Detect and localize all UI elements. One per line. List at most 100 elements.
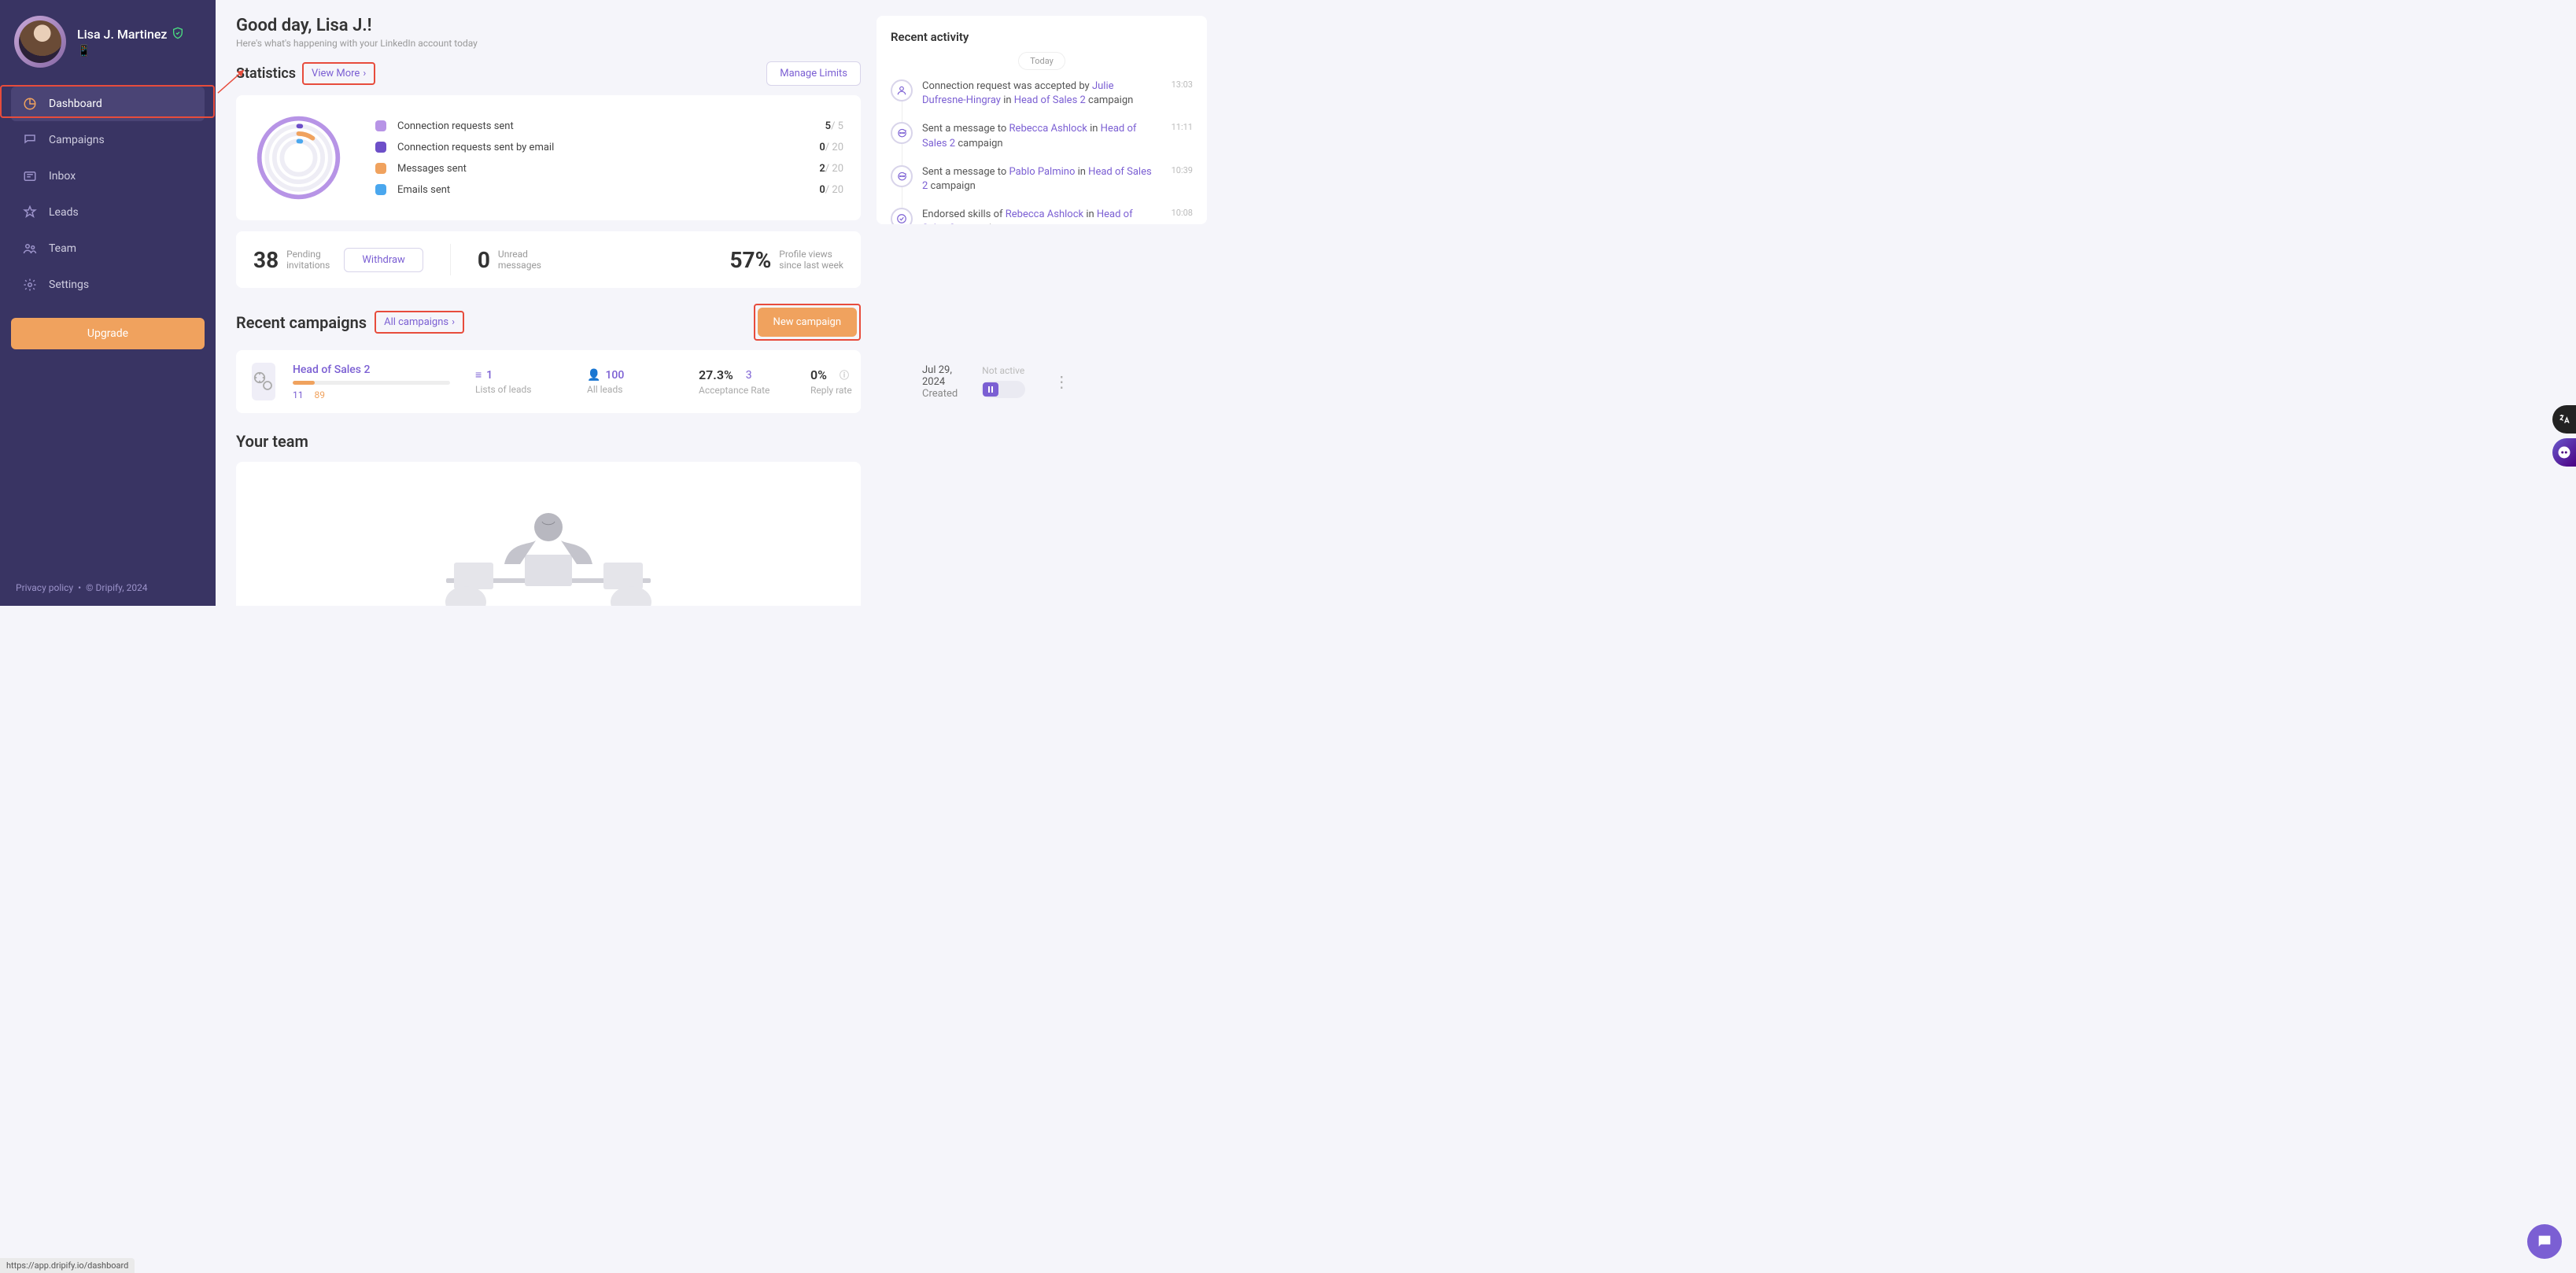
list-icon: ≡ xyxy=(475,368,482,382)
profile-block[interactable]: Lisa J. Martinez 📱 xyxy=(11,16,205,68)
copyright: © Dripify, 2024 xyxy=(86,582,147,593)
campaign-row[interactable]: Head of Sales 2 1189 ≡1 Lists of leads 👤… xyxy=(236,350,861,413)
sidebar-item-campaigns[interactable]: Campaigns xyxy=(11,123,205,157)
stat-label: Connection requests sent by email xyxy=(397,142,808,153)
sidebar-item-label: Dashboard xyxy=(49,98,102,110)
main: Good day, Lisa J.! Here's what's happeni… xyxy=(216,0,1227,606)
stat-value: 5 xyxy=(825,120,831,132)
activity-item[interactable]: Sent a message to Pablo Palmino in Head … xyxy=(891,165,1193,194)
stat-label: Emails sent xyxy=(397,184,808,196)
activity-item[interactable]: Connection request was accepted by Julie… xyxy=(891,79,1193,108)
stat-row: Connection requests sent by email 0/ 20 xyxy=(375,142,843,153)
activity-item[interactable]: Sent a message to Rebecca Ashlock in Hea… xyxy=(891,122,1193,150)
all-campaigns-link[interactable]: All campaigns › xyxy=(375,311,464,334)
recent-activity-card: Recent activity Today Connection request… xyxy=(877,16,1207,224)
status-bar-url: https://app.dripify.io/dashboard xyxy=(0,1258,135,1273)
activity-date-badge: Today xyxy=(1018,52,1065,70)
sidebar-item-dashboard[interactable]: Dashboard xyxy=(11,87,205,121)
nav: Dashboard Campaigns Inbox Leads Team Settings xyxy=(11,87,205,302)
stat-total: / 20 xyxy=(825,163,843,175)
activity-msg-icon xyxy=(891,165,913,187)
activity-person-link[interactable]: Rebecca Ashlock xyxy=(1006,208,1083,220)
activity-user-icon xyxy=(891,79,913,101)
stat-row: Connection requests sent 5/ 5 xyxy=(375,120,843,132)
campaign-icon xyxy=(252,363,275,400)
activity-time: 10:39 xyxy=(1172,165,1193,194)
page-title: Good day, Lisa J.! xyxy=(236,16,861,35)
stat-dot xyxy=(375,184,386,195)
stat-value: 2 xyxy=(819,163,825,175)
activity-check-icon xyxy=(891,208,913,224)
privacy-link[interactable]: Privacy policy xyxy=(16,582,73,593)
chat-button[interactable] xyxy=(2527,1224,2562,1259)
new-campaign-button[interactable]: New campaign xyxy=(758,308,857,337)
team-empty-illustration xyxy=(383,484,714,606)
page-subtitle: Here's what's happening with your Linked… xyxy=(236,38,861,49)
assistant-button[interactable] xyxy=(2552,438,2576,467)
sidebar: Lisa J. Martinez 📱 Dashboard Campaigns Inb… xyxy=(0,0,216,606)
sidebar-item-label: Team xyxy=(49,242,76,255)
activity-campaign-link[interactable]: Head of Sales 2 xyxy=(1014,94,1086,106)
sidebar-footer: Privacy policy • © Dripify, 2024 xyxy=(11,577,205,598)
team-card: You have not yet added team members xyxy=(236,462,861,606)
stat-value: 0 xyxy=(819,142,825,153)
chevron-right-icon: › xyxy=(363,68,366,79)
activity-heading: Recent activity xyxy=(891,30,1193,44)
stat-total: / 5 xyxy=(831,120,843,132)
activity-person-link[interactable]: Rebecca Ashlock xyxy=(1009,123,1087,135)
activity-msg-icon xyxy=(891,122,913,144)
campaigns-heading: Recent campaigns xyxy=(236,313,367,332)
activity-time: 10:08 xyxy=(1172,208,1193,224)
avatar[interactable] xyxy=(14,16,66,68)
limits-donut-chart xyxy=(253,113,344,203)
inbox-icon xyxy=(22,168,38,184)
upgrade-button[interactable]: Upgrade xyxy=(11,318,205,349)
sidebar-item-label: Campaigns xyxy=(49,134,105,146)
stat-label: Messages sent xyxy=(397,163,808,175)
activity-time: 11:11 xyxy=(1172,122,1193,150)
withdraw-button[interactable]: Withdraw xyxy=(344,248,423,272)
stat-dot xyxy=(375,163,386,174)
device-icon: 📱 xyxy=(77,45,90,57)
person-icon: 👤 xyxy=(587,369,600,382)
floating-buttons xyxy=(2552,405,2576,467)
sidebar-item-label: Inbox xyxy=(49,170,76,183)
stat-total: / 20 xyxy=(825,142,843,153)
manage-limits-button[interactable]: Manage Limits xyxy=(766,61,861,86)
stat-label: Connection requests sent xyxy=(397,120,814,132)
greeting: Good day, Lisa J.! Here's what's happeni… xyxy=(236,16,861,49)
view-more-link[interactable]: View More › xyxy=(302,62,375,85)
statistics-card: Connection requests sent5/ 5Connection r… xyxy=(236,95,861,220)
stat-dot xyxy=(375,120,386,131)
chevron-right-icon: › xyxy=(452,316,455,328)
sidebar-item-leads[interactable]: Leads xyxy=(11,195,205,230)
shield-icon xyxy=(172,27,184,42)
campaigns-icon xyxy=(22,132,38,148)
campaign-title[interactable]: Head of Sales 2 xyxy=(293,363,458,376)
activity-person-link[interactable]: Pablo Palmino xyxy=(1009,166,1076,178)
dashboard-icon xyxy=(22,96,38,112)
stat-value: 0 xyxy=(819,184,825,196)
campaign-active-toggle[interactable] xyxy=(981,381,1025,398)
stat-total: / 20 xyxy=(825,184,843,196)
sidebar-item-team[interactable]: Team xyxy=(11,231,205,266)
profile-name: Lisa J. Martinez xyxy=(77,27,167,42)
profile-views-pct: 57% xyxy=(729,247,771,273)
team-icon xyxy=(22,241,38,256)
info-icon[interactable]: ⓘ xyxy=(840,368,849,382)
sidebar-item-inbox[interactable]: Inbox xyxy=(11,159,205,194)
settings-icon xyxy=(22,277,38,293)
annotation-new-campaign-highlight: New campaign xyxy=(754,304,861,341)
leads-icon xyxy=(22,205,38,220)
stat-dot xyxy=(375,142,386,153)
activity-time: 13:03 xyxy=(1172,79,1193,108)
activity-item[interactable]: Endorsed skills of Rebecca Ashlock in He… xyxy=(891,208,1193,224)
team-heading: Your team xyxy=(236,432,861,451)
sidebar-item-settings[interactable]: Settings xyxy=(11,268,205,302)
pending-count: 38 xyxy=(253,247,279,273)
translate-button[interactable] xyxy=(2552,405,2576,434)
sidebar-item-label: Settings xyxy=(49,279,89,291)
statistics-heading: Statistics xyxy=(236,65,296,82)
stat-row: Messages sent 2/ 20 xyxy=(375,163,843,175)
unread-count: 0 xyxy=(478,247,490,273)
